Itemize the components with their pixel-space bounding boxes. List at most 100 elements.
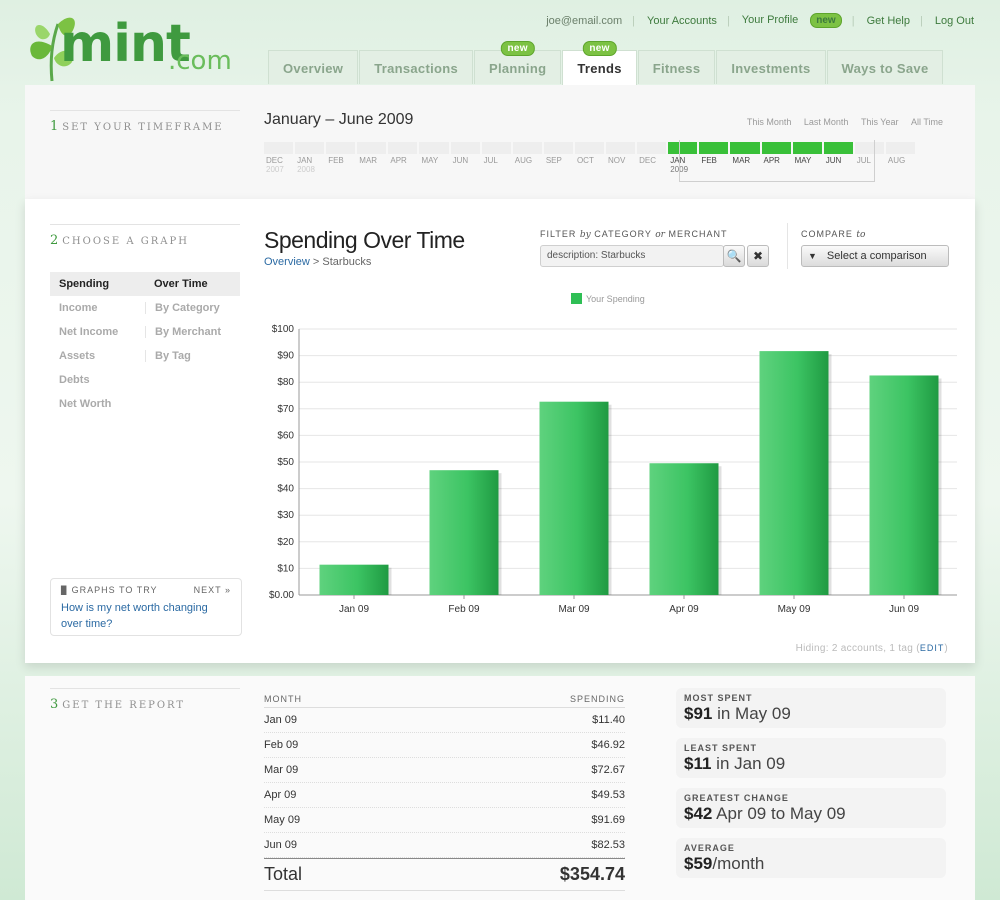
graph-type-row: Assets By Tag (50, 344, 240, 368)
month-bar (637, 142, 667, 154)
step-number: 3 (50, 697, 59, 712)
hiding-note: Hiding: 2 accounts, 1 tag (EDIT) (796, 643, 948, 654)
tip-next-link[interactable]: NEXT » (194, 585, 231, 595)
edit-link[interactable]: EDIT (920, 643, 945, 653)
graph-type-net-income[interactable]: Net Income (50, 326, 145, 338)
graph-type-net-worth[interactable]: Net Worth (50, 398, 145, 410)
legend-label: Your Spending (586, 293, 645, 304)
month-cell[interactable]: JUN (450, 142, 482, 174)
hiding-close: ) (944, 643, 948, 654)
step-number: 2 (50, 233, 59, 248)
timeframe-quick-links: This Month Last Month This Year All Time (737, 117, 943, 127)
y-tick-label: $40 (277, 484, 294, 495)
selected-range-frame[interactable] (679, 140, 875, 182)
month-cell[interactable]: MAR (357, 142, 388, 174)
stat-big: $42 (684, 804, 713, 823)
tip-header: ▉ GRAPHS TO TRY NEXT » (61, 585, 231, 595)
table-row: Apr 09 $49.53 (264, 783, 625, 808)
graph-type-debts[interactable]: Debts (50, 374, 145, 386)
y-tick-label: $80 (277, 377, 294, 388)
y-tick-label: $50 (277, 457, 294, 468)
bar (759, 351, 829, 595)
compare-label: COMPARE to (801, 229, 865, 240)
table-row: Jan 09 $11.40 (264, 708, 625, 733)
graph-type-assets[interactable]: Assets (50, 350, 145, 362)
month-cell[interactable]: AUG (512, 142, 544, 174)
tab-ways-to-save[interactable]: Ways to Save (826, 50, 944, 84)
row-month: Jun 09 (264, 839, 298, 851)
graph-type-over-time[interactable]: Over Time (145, 278, 240, 290)
month-cell[interactable]: OCT (574, 142, 606, 174)
graph-type-row: Net Income By Merchant (50, 320, 240, 344)
tab-overview[interactable]: Overview (268, 50, 359, 84)
month-bar (388, 142, 418, 154)
this-year-link[interactable]: This Year (861, 117, 899, 127)
month-cell[interactable]: FEB (326, 142, 357, 174)
tab-investments[interactable]: Investments (716, 50, 826, 84)
log-out-link[interactable]: Log Out (935, 15, 974, 27)
stat-value: $42 Apr 09 to May 09 (684, 804, 938, 824)
breadcrumb-overview-link[interactable]: Overview (264, 256, 310, 268)
x-tick-label: Feb 09 (448, 604, 480, 615)
get-help-link[interactable]: Get Help (867, 15, 910, 27)
graph-type-by-merchant[interactable]: By Merchant (145, 326, 240, 338)
month-cell[interactable]: APR (388, 142, 419, 174)
bar (539, 401, 609, 595)
divider: | (851, 14, 855, 27)
timeframe-title: January – June 2009 (264, 111, 414, 128)
tip-title: GRAPHS TO TRY (71, 585, 158, 595)
graph-type-spending[interactable]: Spending (50, 278, 145, 290)
tab-transactions[interactable]: Transactions (359, 50, 474, 84)
y-tick-label: $100 (272, 324, 295, 335)
row-amount: $91.69 (591, 814, 625, 826)
row-amount: $82.53 (591, 839, 625, 851)
graph-type-income[interactable]: Income (50, 302, 145, 314)
tab-trends[interactable]: new Trends (562, 41, 637, 85)
month-cell[interactable]: DEC 2007 (264, 142, 295, 174)
search-icon[interactable]: 🔍 (723, 245, 745, 267)
all-time-link[interactable]: All Time (911, 117, 943, 127)
new-badge: new (810, 13, 842, 28)
bar (649, 463, 719, 595)
month-cell[interactable]: MAY (419, 142, 450, 174)
step-label: CHOOSE A GRAPH (62, 236, 189, 247)
filter-input[interactable]: description: Starbucks (540, 245, 724, 267)
your-accounts-link[interactable]: Your Accounts (647, 15, 717, 27)
y-tick-label: $60 (277, 430, 294, 441)
stat-rest: /month (712, 854, 765, 873)
month-label: DEC (639, 156, 657, 165)
x-tick-label: Jun 09 (889, 604, 919, 615)
tab-fitness[interactable]: Fitness (637, 50, 716, 84)
tab-planning[interactable]: new Planning (474, 41, 562, 84)
month-label: JUL (483, 156, 498, 165)
month-label: AUG (514, 156, 533, 165)
month-cell[interactable]: JUL (481, 142, 513, 174)
graph-type-row: Spending Over Time (50, 272, 240, 296)
compare-dropdown[interactable]: ▼ Select a comparison (801, 245, 949, 267)
tab-label: Ways to Save (841, 61, 929, 76)
month-cell[interactable]: DEC (637, 142, 668, 174)
month-cell[interactable]: JAN 2008 (295, 142, 326, 174)
month-bar (606, 142, 636, 154)
stat-greatest-change: GREATEST CHANGE $42 Apr 09 to May 09 (676, 788, 946, 828)
month-bar (885, 142, 915, 154)
tip-question-link[interactable]: How is my net worth changing over time? (61, 600, 231, 632)
breadcrumb: Overview > Starbucks (264, 256, 371, 268)
graph-type-menu: Spending Over Time Income By Category Ne… (50, 272, 240, 416)
graph-type-by-category[interactable]: By Category (145, 302, 240, 314)
your-profile-label: Your Profile (741, 14, 799, 26)
month-cell[interactable]: SEP (543, 142, 575, 174)
month-year: 2008 (297, 165, 315, 174)
graph-type-by-tag[interactable]: By Tag (145, 350, 240, 362)
month-label: OCT (576, 156, 594, 165)
your-profile-link[interactable]: Your Profile new (742, 13, 842, 28)
report-panel: 3 GET THE REPORT MONTH SPENDING Jan 09 $11… (25, 676, 975, 900)
mint-logo[interactable]: mint .com (22, 6, 232, 86)
close-icon[interactable]: ✖ (747, 245, 769, 267)
total-row: Total $354.74 (264, 858, 625, 891)
bar (429, 470, 499, 595)
month-cell[interactable]: NOV (606, 142, 637, 174)
month-cell[interactable]: AUG (885, 142, 917, 174)
this-month-link[interactable]: This Month (747, 117, 792, 127)
last-month-link[interactable]: Last Month (804, 117, 849, 127)
